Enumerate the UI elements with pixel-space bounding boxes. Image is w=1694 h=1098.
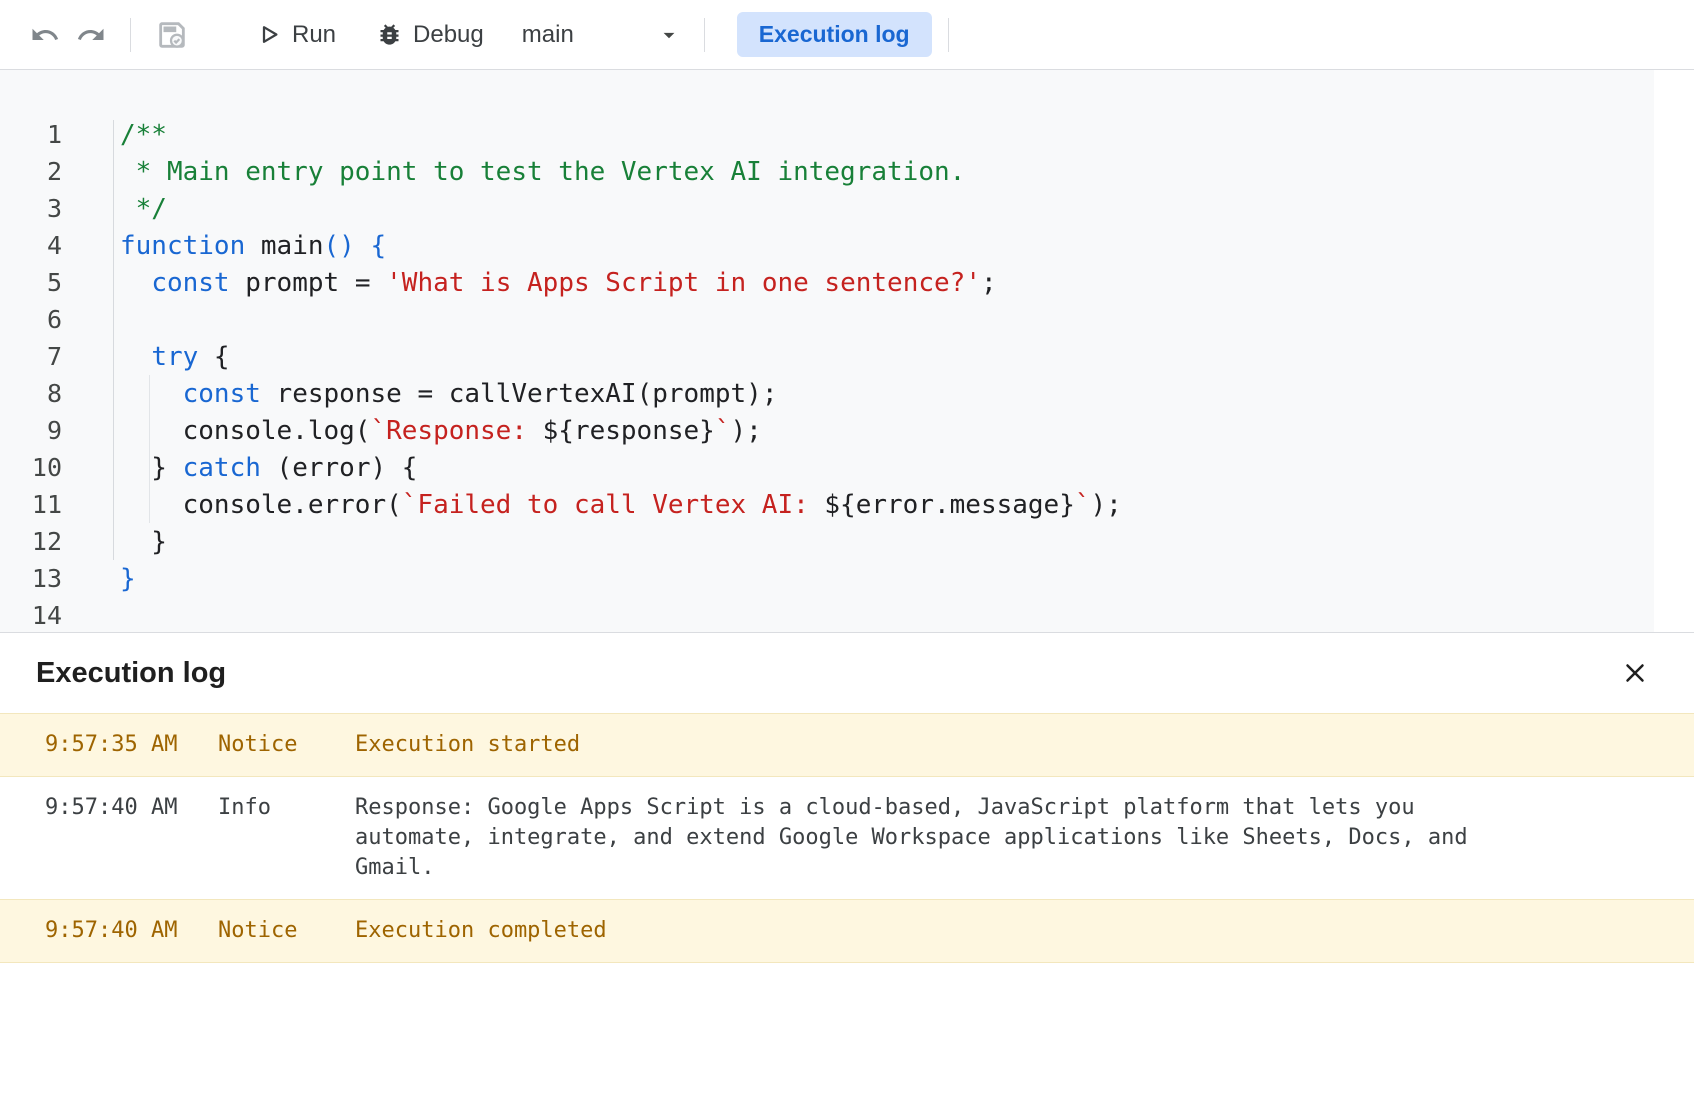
line-number[interactable]: 5	[0, 268, 62, 297]
code-text: /**	[62, 120, 167, 150]
code-line[interactable]: 13}	[0, 560, 1694, 597]
toolbar: Run Debug main Execution log	[0, 0, 1694, 70]
debug-bug-icon	[376, 21, 403, 48]
line-number[interactable]: 7	[0, 342, 62, 371]
log-entry-time: 9:57:35 AM	[45, 730, 218, 760]
code-line[interactable]: 7 try {	[0, 338, 1694, 375]
close-icon	[1620, 658, 1650, 688]
close-execution-log-button[interactable]	[1616, 654, 1654, 692]
apps-script-ide: Run Debug main Execution log 1/**2 * Mai…	[0, 0, 1694, 963]
debug-label: Debug	[413, 21, 484, 49]
undo-icon	[30, 20, 60, 50]
line-number[interactable]: 10	[0, 453, 62, 482]
toolbar-divider	[948, 18, 949, 52]
line-number[interactable]: 8	[0, 379, 62, 408]
function-selector-value: main	[522, 21, 574, 49]
code-line[interactable]: 14	[0, 597, 1694, 632]
code-line[interactable]: 11 console.error(`Failed to call Vertex …	[0, 486, 1694, 523]
line-number[interactable]: 1	[0, 120, 62, 149]
code-text: }	[62, 527, 167, 557]
code-line[interactable]: 3 */	[0, 190, 1694, 227]
code-line[interactable]: 4function main() {	[0, 227, 1694, 264]
redo-button[interactable]	[70, 14, 112, 56]
code-text: const response = callVertexAI(prompt);	[62, 379, 777, 409]
log-entry-time: 9:57:40 AM	[45, 916, 218, 946]
line-number[interactable]: 4	[0, 231, 62, 260]
log-entry-notice: 9:57:35 AMNoticeExecution started	[0, 713, 1694, 777]
log-entries: 9:57:35 AMNoticeExecution started9:57:40…	[0, 713, 1694, 963]
code-text: const prompt = 'What is Apps Script in o…	[62, 268, 997, 298]
run-button[interactable]: Run	[245, 13, 346, 57]
save-project-button[interactable]	[149, 12, 195, 58]
indent-guide	[149, 375, 150, 523]
code-line[interactable]: 12 }	[0, 523, 1694, 560]
code-text: function main() {	[62, 231, 386, 261]
log-entry-time: 9:57:40 AM	[45, 793, 218, 823]
editor-scrollbar[interactable]	[1654, 70, 1694, 632]
code-line[interactable]: 10 } catch (error) {	[0, 449, 1694, 486]
code-text: } catch (error) {	[62, 453, 417, 483]
code-line[interactable]: 8 const response = callVertexAI(prompt);	[0, 375, 1694, 412]
code-line[interactable]: 5 const prompt = 'What is Apps Script in…	[0, 264, 1694, 301]
code-text: * Main entry point to test the Vertex AI…	[62, 157, 965, 187]
code-text: */	[62, 194, 167, 224]
run-label: Run	[292, 21, 336, 49]
log-entry-level: Info	[218, 793, 355, 823]
redo-icon	[76, 20, 106, 50]
line-number[interactable]: 2	[0, 157, 62, 186]
line-number[interactable]: 3	[0, 194, 62, 223]
log-entry-notice: 9:57:40 AMNoticeExecution completed	[0, 899, 1694, 963]
code-editor[interactable]: 1/**2 * Main entry point to test the Ver…	[0, 70, 1694, 632]
code-line[interactable]: 9 console.log(`Response: ${response}`);	[0, 412, 1694, 449]
line-number[interactable]: 13	[0, 564, 62, 593]
undo-button[interactable]	[24, 14, 66, 56]
execution-log-title: Execution log	[36, 657, 226, 690]
line-number[interactable]: 6	[0, 305, 62, 334]
log-entry-info: 9:57:40 AMInfoResponse: Google Apps Scri…	[0, 777, 1694, 899]
execution-log-panel: Execution log 9:57:35 AMNoticeExecution …	[0, 632, 1694, 963]
execution-log-header: Execution log	[0, 633, 1694, 713]
run-play-icon	[255, 21, 282, 48]
log-entry-message: Response: Google Apps Script is a cloud-…	[355, 793, 1505, 883]
toolbar-divider	[130, 18, 131, 52]
execution-log-button-label: Execution log	[759, 21, 910, 47]
line-number[interactable]: 9	[0, 416, 62, 445]
code-lines: 1/**2 * Main entry point to test the Ver…	[0, 70, 1694, 632]
code-text: try {	[62, 342, 230, 372]
execution-log-button[interactable]: Execution log	[737, 12, 932, 57]
line-number[interactable]: 12	[0, 527, 62, 556]
line-number[interactable]: 11	[0, 490, 62, 519]
code-text: console.log(`Response: ${response}`);	[62, 416, 762, 446]
line-number[interactable]: 14	[0, 601, 62, 630]
save-project-icon	[155, 18, 189, 52]
code-text: console.error(`Failed to call Vertex AI:…	[62, 490, 1122, 520]
function-selector-dropdown[interactable]: main	[518, 15, 688, 55]
log-entry-level: Notice	[218, 730, 355, 760]
log-entry-message: Execution completed	[355, 916, 1505, 946]
log-entry-message: Execution started	[355, 730, 1505, 760]
debug-button[interactable]: Debug	[366, 13, 494, 57]
code-line[interactable]: 1/**	[0, 116, 1694, 153]
log-entry-level: Notice	[218, 916, 355, 946]
caret-down-icon	[656, 22, 682, 48]
code-line[interactable]: 2 * Main entry point to test the Vertex …	[0, 153, 1694, 190]
toolbar-divider	[704, 18, 705, 52]
code-line[interactable]: 6	[0, 301, 1694, 338]
indent-guide	[113, 120, 114, 560]
code-text: }	[62, 564, 136, 594]
